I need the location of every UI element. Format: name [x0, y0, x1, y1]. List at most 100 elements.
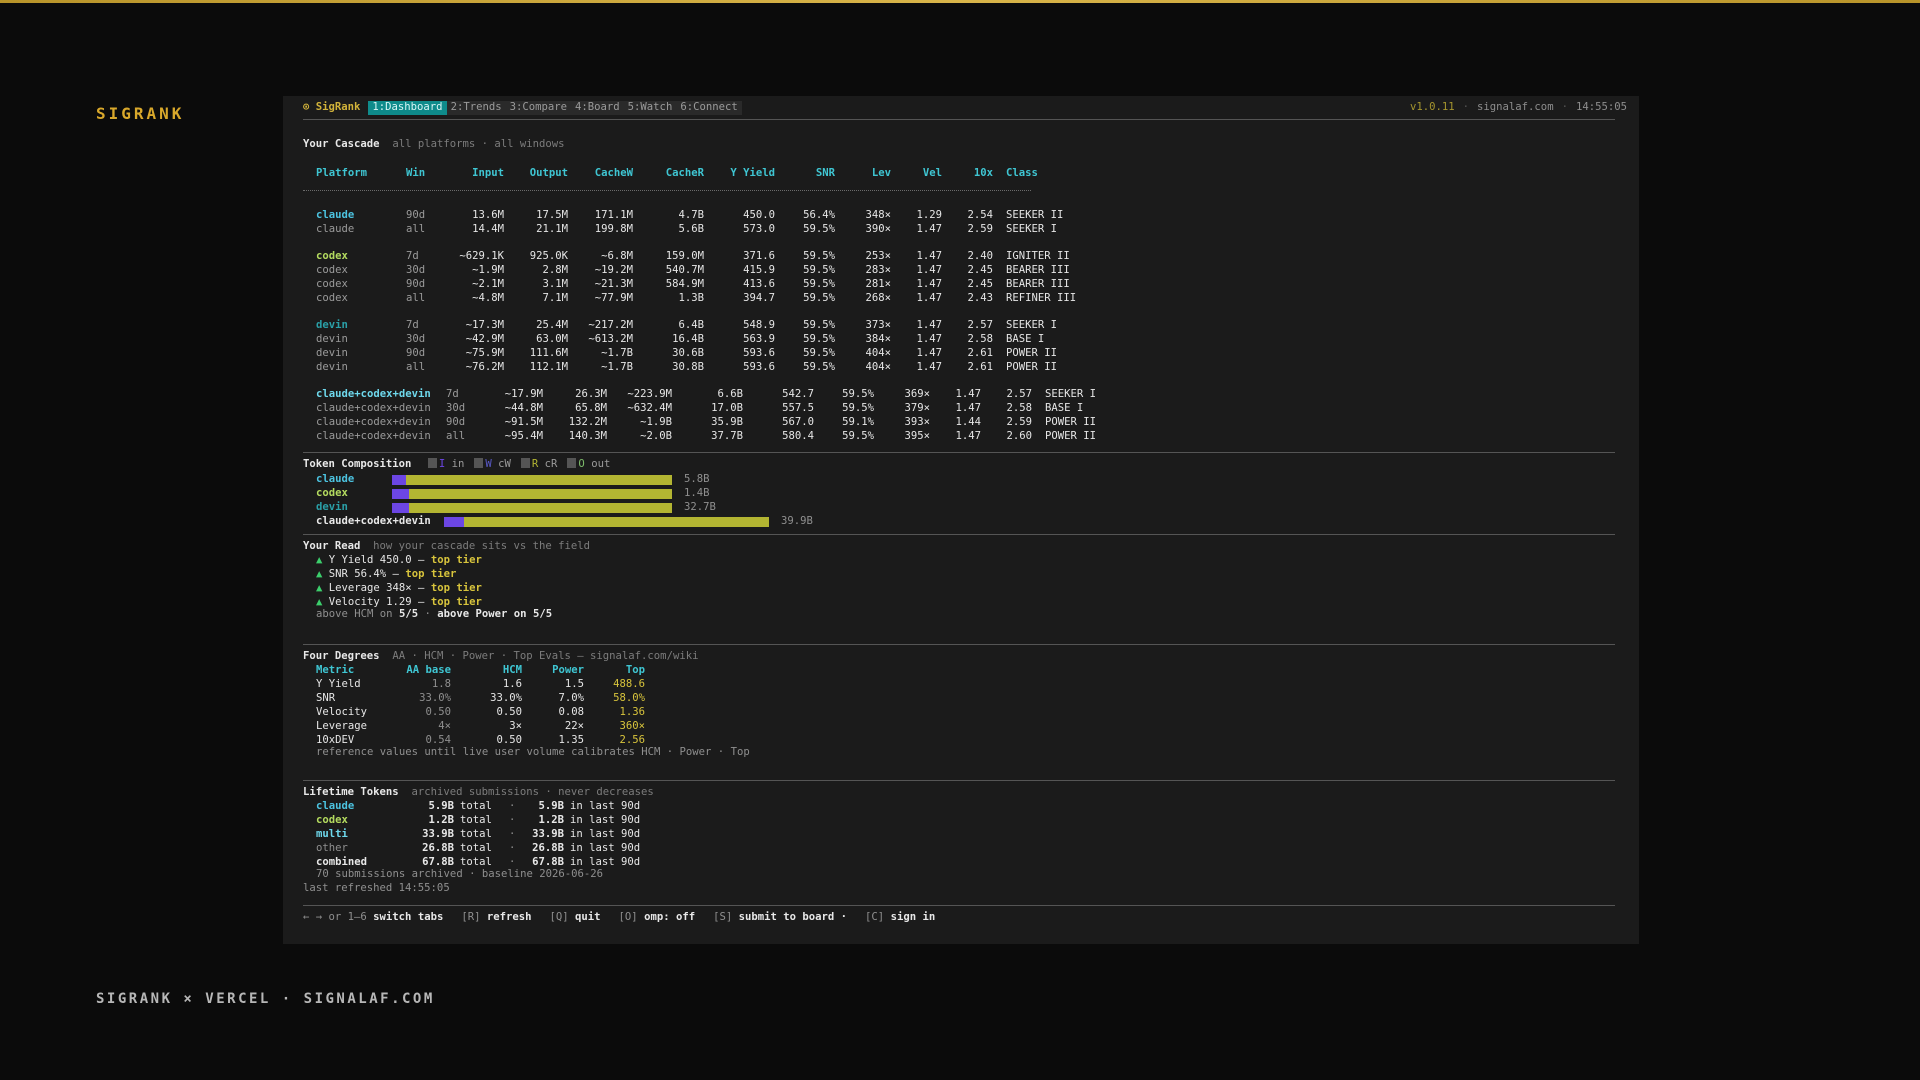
composition-heading: Token Composition I in W cW R cR O out: [303, 458, 610, 472]
platform-cell: codex: [316, 250, 348, 262]
keybind-refresh[interactable]: [R] refresh: [461, 911, 531, 923]
value-cell: 925.0K: [529, 250, 568, 262]
value-cell: 171.1M: [594, 209, 633, 221]
value-cell: 25.4M: [536, 319, 568, 331]
keybind-omp-off[interactable]: [O] omp: off: [619, 911, 696, 923]
lifetime-name: claude: [316, 800, 355, 812]
value-cell: ~1.7B: [601, 361, 633, 373]
read-metric: Leverage 348× —: [328, 582, 431, 594]
hcm-cell: 1.6: [502, 678, 522, 690]
brand-logo: SIGRANK: [96, 104, 185, 123]
header-left: ⊙ SigRank 1:Dashboard 2:Trends 3:Compare 4:B…: [303, 101, 742, 115]
keybind-key: [Q]: [549, 911, 576, 923]
composition-total: 39.9B: [781, 515, 813, 527]
legend-label: out: [584, 458, 611, 470]
aa-base-cell: 1.8: [431, 678, 451, 690]
terminal-window: ⊙ SigRank 1:Dashboard 2:Trends 3:Compare 4:B…: [283, 96, 1639, 944]
lifetime-name: codex: [316, 814, 348, 826]
tier-label: top tier: [430, 554, 482, 566]
lifetime-subtitle: archived submissions · never decreases: [411, 786, 654, 798]
legend-cR: R cR: [520, 458, 557, 470]
divider: [303, 452, 1615, 453]
tab-dashboard[interactable]: 1:Dashboard: [368, 101, 447, 115]
column-header-top: Top: [625, 664, 645, 676]
value-cell: ~2.0B: [640, 430, 672, 442]
bar-segment-in: [392, 503, 409, 513]
platform-cell: codex: [316, 264, 348, 276]
keybind-submit-to-board[interactable]: [S] submit to board ·: [713, 911, 847, 923]
value-cell: 2.43: [967, 292, 993, 304]
value-cell: 140.3M: [568, 430, 607, 442]
column-header-10x: 10x: [973, 167, 993, 179]
app-name: ⊙ SigRank: [303, 101, 361, 113]
power-cell: 7.0%: [558, 692, 584, 704]
composition-label: codex: [316, 487, 348, 499]
column-header-cachew: CacheW: [594, 167, 633, 179]
lifetime-recent: 1.2B: [538, 814, 564, 826]
archived-note: 70 submissions archived · baseline 2026-…: [316, 868, 604, 880]
keybind-sign-in[interactable]: [C] sign in: [865, 911, 935, 923]
degrees-note: reference values until live user volume …: [316, 746, 750, 758]
keybind-label: omp: off: [644, 911, 696, 923]
divider: [303, 644, 1615, 645]
value-cell: 65.8M: [575, 402, 607, 414]
keybind-label: quit: [575, 911, 601, 923]
value-cell: ~1.9M: [472, 264, 504, 276]
keybind-quit[interactable]: [Q] quit: [550, 911, 601, 923]
column-header-hcm: HCM: [502, 664, 522, 676]
power-cell: 0.08: [558, 706, 584, 718]
lifetime-name: multi: [316, 828, 348, 840]
value-cell: 2.8M: [542, 264, 568, 276]
lifetime-total: 1.2B: [428, 814, 454, 826]
value-cell: ~21.3M: [594, 278, 633, 290]
header-right: v1.0.11 · signalaf.com · 14:55:05: [1409, 101, 1627, 113]
value-cell: 199.8M: [594, 223, 633, 235]
lifetime-heading: Lifetime Tokens archived submissions · n…: [303, 786, 654, 800]
tab-connect[interactable]: 6:Connect: [676, 101, 742, 115]
class-cell: BEARER III: [1006, 264, 1070, 276]
read-item: ▲ Y Yield 450.0 — top tier: [316, 554, 482, 568]
column-header-input: Input: [472, 167, 504, 179]
column-header-platform: Platform: [316, 167, 368, 179]
aa-base-cell: 0.50: [425, 706, 451, 718]
hcm-cell: 33.0%: [490, 692, 522, 704]
value-cell: 2.45: [967, 264, 993, 276]
tab-watch[interactable]: 5:Watch: [623, 101, 677, 115]
site-label: signalaf.com: [1477, 101, 1554, 113]
keybind-key: [O]: [618, 911, 645, 923]
hcm-cell: 0.50: [496, 706, 522, 718]
value-cell: 21.1M: [536, 223, 568, 235]
column-header-output: Output: [529, 167, 568, 179]
class-cell: POWER II: [1045, 416, 1097, 428]
cascade-heading: Your Cascade all platforms · all windows: [303, 138, 565, 152]
value-cell: 13.6M: [472, 209, 504, 221]
read-metric: SNR 56.4% —: [328, 568, 406, 580]
value-cell: ~17.3M: [465, 319, 504, 331]
value-cell: ~217.2M: [588, 319, 633, 331]
window-cell: 7d: [446, 388, 459, 400]
class-cell: IGNITER II: [1006, 250, 1070, 262]
class-cell: POWER II: [1045, 430, 1097, 442]
tier-label: top tier: [430, 596, 482, 608]
tab-board[interactable]: 4:Board: [571, 101, 624, 115]
total-label: total: [460, 828, 492, 840]
platform-cell: claude: [316, 209, 355, 221]
bar-segment-in: [392, 489, 409, 499]
cascade-title: Your Cascade: [303, 138, 380, 150]
window-cell: 7d: [406, 250, 419, 262]
window-cell: all: [406, 223, 426, 235]
legend-swatch: [474, 458, 484, 468]
value-cell: ~632.4M: [627, 402, 672, 414]
metric-cell: Leverage: [316, 720, 368, 732]
total-label: total: [460, 800, 492, 812]
value-cell: 2.57: [1006, 388, 1032, 400]
column-header-win: Win: [406, 167, 426, 179]
lifetime-title: Lifetime Tokens: [303, 786, 399, 798]
class-cell: REFINER III: [1006, 292, 1077, 304]
tab-trends[interactable]: 2:Trends: [446, 101, 506, 115]
tab-compare[interactable]: 3:Compare: [505, 101, 572, 115]
platform-cell: claude: [316, 223, 355, 235]
keybind-switch-tabs[interactable]: ← → or 1–6 switch tabs: [303, 911, 443, 923]
top-accent-line: [0, 0, 1920, 3]
value-cell: 7.1M: [542, 292, 568, 304]
